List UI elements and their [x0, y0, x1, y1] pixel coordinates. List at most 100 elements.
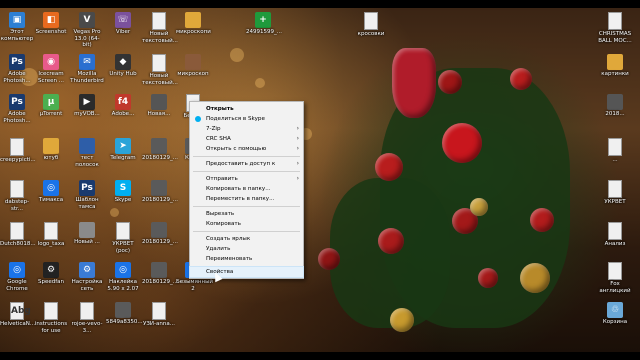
text-file-icon: [608, 12, 622, 30]
desktop-icon[interactable]: Ps Шаблон тамса: [70, 180, 104, 210]
menu-item-share-access[interactable]: Предоставить доступ к ›: [190, 159, 303, 169]
desktop-icon[interactable]: 20180129_...: [142, 138, 178, 162]
menu-item-open-with[interactable]: Открыть с помощью ›: [190, 144, 303, 154]
menu-item-properties[interactable]: Свойства: [189, 266, 304, 278]
menu-item-create-shortcut[interactable]: Создать ярлык: [190, 234, 303, 244]
desktop-icon[interactable]: ...: [598, 138, 632, 164]
folder-icon: [43, 138, 59, 154]
desktop-icon[interactable]: ◆ Unity Hub: [106, 54, 140, 78]
desktop-icon-label: Шаблон тамса: [75, 197, 99, 210]
desktop-icon[interactable]: Fox англицкий: [598, 262, 632, 294]
desktop-icon[interactable]: ➤ Telegram: [106, 138, 140, 162]
desktop-icon[interactable]: creepypiсti...: [0, 138, 36, 164]
desktop-icon[interactable]: Ps Adobe Photosh...: [0, 54, 34, 84]
menu-item-label: Копировать в папку...: [206, 186, 271, 192]
menu-item-move-to-folder[interactable]: Переместить в папку...: [190, 194, 303, 204]
menu-item-crc-sha[interactable]: CRC SHA ›: [190, 134, 303, 144]
desktop-icon[interactable]: 20180129_...: [142, 222, 178, 246]
desktop-icon[interactable]: кросовки: [354, 12, 388, 38]
desktop-icon[interactable]: УЗИ-anna...: [142, 302, 176, 328]
desktop-icon-label: ютуб: [43, 155, 59, 161]
santa-ornament: [392, 48, 436, 118]
bokeh-light: [255, 78, 265, 88]
desktop-icon[interactable]: ◎ Google Chrome: [0, 262, 34, 292]
menu-item-label: Переименовать: [206, 256, 253, 262]
desktop-icon[interactable]: микроскопи: [176, 12, 211, 36]
desktop-icon[interactable]: ◎ Наклейка 5.90 x 2.07: [106, 262, 140, 292]
desktop-icon-label: logo_taxa: [37, 241, 65, 247]
text-file-icon: [10, 180, 24, 198]
desktop-icon[interactable]: УКРВЕТ: [598, 180, 632, 206]
desktop-icon[interactable]: 20180129_...: [142, 180, 178, 204]
desktop-icon[interactable]: ▶ myVOB...: [70, 94, 104, 118]
text-file-icon: [608, 262, 622, 280]
desktop-icon[interactable]: logo_taxa: [34, 222, 68, 248]
desktop-icon[interactable]: ♲ Корзина: [598, 302, 632, 326]
menu-separator: [193, 156, 300, 157]
desktop-icon-label: Adobe Photosh...: [3, 111, 31, 124]
desktop-icon[interactable]: S Skype: [106, 180, 140, 204]
chrome-icon: ◎: [115, 262, 131, 278]
menu-item-share-skype[interactable]: Поделиться в Skype: [190, 114, 303, 124]
menu-item-send-to[interactable]: Отправить ›: [190, 174, 303, 184]
desktop-icon[interactable]: 20180129_...: [142, 262, 178, 286]
menu-item-copy-to-folder[interactable]: Копировать в папку...: [190, 184, 303, 194]
menu-separator: [193, 231, 300, 232]
desktop-icon[interactable]: Новая...: [142, 94, 176, 118]
desktop-icon[interactable]: ▣ Этот компьютер: [0, 12, 34, 42]
image-icon: [115, 302, 131, 318]
desktop-icon[interactable]: Abg HelveticaN...: [0, 302, 35, 328]
desktop-icon[interactable]: Ps Adobe Photosh...: [0, 94, 34, 124]
app-icon: ▶: [79, 94, 95, 110]
menu-item-label: Отправить: [206, 176, 238, 182]
desktop-icon[interactable]: Новый текстовый...: [142, 54, 178, 86]
desktop-icon-label: Безымянный 2: [176, 279, 213, 292]
desktop-icon[interactable]: ютуб: [34, 138, 68, 162]
folder-icon: [607, 54, 623, 70]
desktop-icon[interactable]: rojoe-vevo-3...: [70, 302, 104, 334]
desktop-icon[interactable]: Анализ: [598, 222, 632, 248]
desktop-icon-label: Анализ: [604, 241, 626, 247]
desktop-icon[interactable]: f4 Adobe...: [106, 94, 140, 118]
desktop-icon[interactable]: ◎ Тимакса: [34, 180, 68, 204]
menu-item-rename[interactable]: Переименовать: [190, 254, 303, 264]
desktop-icon[interactable]: Новый текстовый...: [142, 12, 178, 44]
desktop-icon[interactable]: УКРВЕТ (рос): [106, 222, 140, 254]
menu-item-label: Переместить в папку...: [206, 196, 275, 202]
desktop-icon[interactable]: ◉ Icecream Screen ...: [34, 54, 68, 84]
menu-item-label: Открыть с помощью: [206, 146, 267, 152]
desktop-icon-label: CHRISTMAS BALL MOC...: [598, 31, 632, 44]
desktop-icon[interactable]: картинки: [598, 54, 632, 78]
desktop-icon[interactable]: ☏ Viber: [106, 12, 140, 36]
red-ornament: [378, 228, 404, 254]
desktop-icon[interactable]: ✉ Mozilla Thunderbird: [70, 54, 104, 84]
desktop-icon[interactable]: dabstep-str...: [0, 180, 34, 212]
desktop-icon[interactable]: ⚙ Speedfan: [34, 262, 68, 286]
desktop-icon[interactable]: 2018...: [598, 94, 632, 118]
text-file-icon: [10, 222, 24, 240]
menu-item-7zip[interactable]: 7-Zip ›: [190, 124, 303, 134]
desktop-icon[interactable]: CHRISTMAS BALL MOC...: [598, 12, 632, 44]
image-icon: [151, 262, 167, 278]
menu-item-label: Создать ярлык: [206, 236, 251, 242]
chevron-right-icon: ›: [296, 135, 299, 142]
desktop-icon[interactable]: µ µTorrent: [34, 94, 68, 118]
bokeh-light: [230, 48, 244, 62]
menu-separator: [193, 171, 300, 172]
desktop-icon[interactable]: микроскоп: [176, 54, 210, 78]
menu-item-open[interactable]: Открыть: [190, 104, 303, 114]
desktop-icon[interactable]: +24991599_...: [246, 12, 282, 36]
desktop-icon[interactable]: V Vegas Pro 13.0 (64-bit): [70, 12, 104, 49]
desktop-icon-label: Fox англицкий: [599, 281, 631, 294]
menu-item-cut[interactable]: Вырезать: [190, 209, 303, 219]
desktop-icon[interactable]: Новый ...: [70, 222, 104, 246]
desktop-icon[interactable]: ◧ Screenshot: [34, 12, 68, 36]
desktop-icon[interactable]: Dutch8018...: [0, 222, 36, 248]
image-icon: [151, 138, 167, 154]
desktop-icon[interactable]: ⚙ Настройка сеть: [70, 262, 104, 292]
menu-item-copy[interactable]: Копировать: [190, 219, 303, 229]
desktop-icon[interactable]: тест полосок: [70, 138, 104, 168]
menu-item-delete[interactable]: Удалить: [190, 244, 303, 254]
desktop-icon[interactable]: instructions for use: [34, 302, 68, 334]
desktop-icon[interactable]: 5849a8350...: [106, 302, 143, 326]
